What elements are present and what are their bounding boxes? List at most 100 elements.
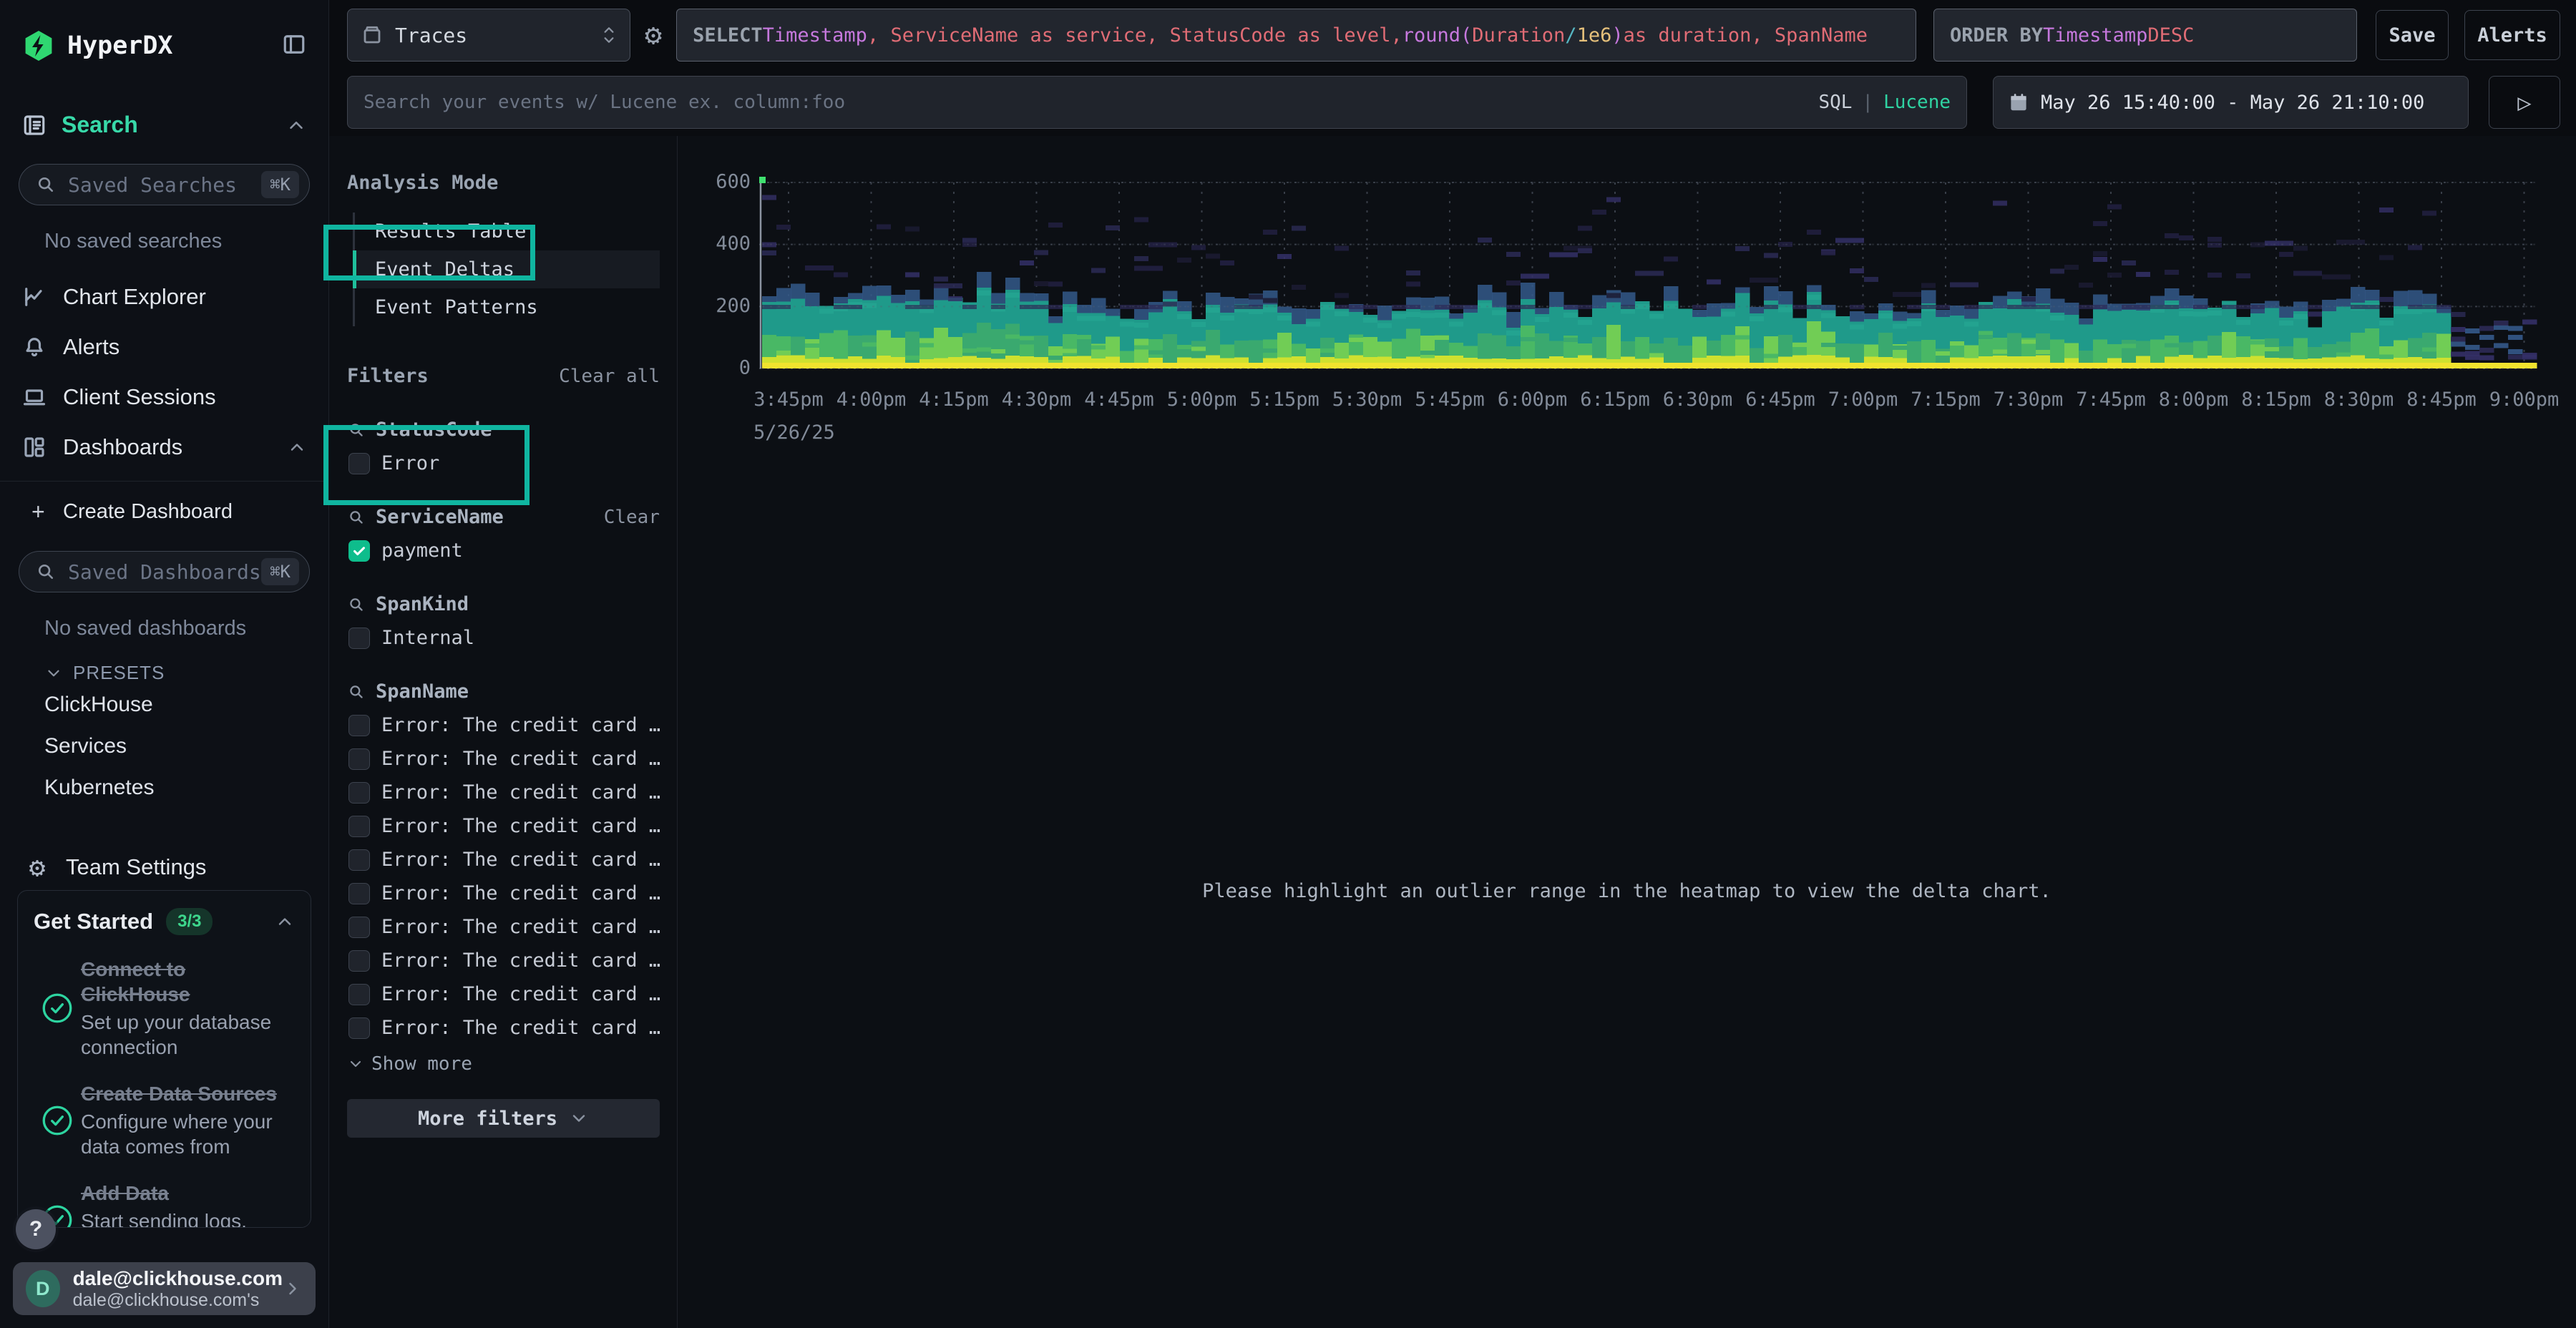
checkbox-unchecked[interactable] [348,1017,370,1039]
sql-token: as duration, SpanName [1624,24,1868,47]
filter-option-label: Error: The credit card … [381,748,660,770]
svg-text:7:15pm: 7:15pm [1911,389,1981,411]
svg-text:5:15pm: 5:15pm [1249,389,1319,411]
checkbox-unchecked[interactable] [348,748,370,770]
analysis-mode-option-results-table[interactable]: Results Table [355,213,660,250]
filter-option[interactable]: Error [347,452,660,474]
svg-text:6:15pm: 6:15pm [1580,389,1650,411]
filter-option-label: Error: The credit card … [381,781,660,804]
svg-text:9:00pm: 9:00pm [2489,389,2560,411]
sql-token: Timestamp [2043,24,2147,47]
date-range-text: May 26 15:40:00 - May 26 21:10:00 [2041,92,2424,114]
filter-option-label: payment [381,540,463,562]
checkbox-unchecked[interactable] [348,816,370,837]
checkbox-unchecked[interactable] [348,883,370,904]
user-menu[interactable]: D dale@clickhouse.com dale@clickhouse.co… [13,1262,316,1315]
svg-text:6:45pm: 6:45pm [1745,389,1815,411]
filter-option[interactable]: Error: The credit card … [347,815,660,837]
sql-token: , ServiceName as service, StatusCode as … [867,24,1402,47]
sql-token: DESC [2147,24,2194,47]
checkbox-checked[interactable] [348,540,370,562]
clear-all-link[interactable]: Clear all [559,366,660,387]
language-toggle-sql[interactable]: SQL [1818,92,1852,113]
filter-option[interactable]: Error: The credit card … [347,882,660,904]
sidebar-collapse-icon[interactable] [281,31,307,61]
preset-dashboard-services[interactable]: Services [0,726,328,767]
svg-text:5:45pm: 5:45pm [1415,389,1485,411]
source-settings-gear-icon[interactable]: ⚙ [645,19,662,52]
analysis-mode-option-event-patterns[interactable]: Event Patterns [355,288,660,326]
filter-option[interactable]: Error: The credit card … [347,983,660,1005]
saved-searches-input[interactable]: Saved Searches ⌘K [19,164,310,205]
svg-text:4:45pm: 4:45pm [1084,389,1154,411]
get-started-step[interactable]: Connect to ClickHouse Set up your databa… [34,957,295,1060]
filter-group-title: ServiceName [376,506,604,528]
chevron-down-icon [347,1055,364,1073]
table-source-icon [361,24,384,47]
chevron-up-icon[interactable] [275,912,295,932]
filter-option[interactable]: Error: The credit card … [347,916,660,938]
preset-dashboard-clickhouse[interactable]: ClickHouse [0,684,328,726]
source-select[interactable]: Traces [347,9,630,62]
sidebar-item-alerts[interactable]: Alerts [0,322,328,372]
sidebar-item-team-settings[interactable]: ⚙ Team Settings [0,809,328,883]
search-icon [347,683,366,701]
sidebar-item-search[interactable]: Search [0,112,328,138]
checkbox-unchecked[interactable] [348,849,370,871]
checkbox-unchecked[interactable] [348,984,370,1005]
alerts-button[interactable]: Alerts [2464,10,2560,60]
search-placeholder: Search your events w/ Lucene ex. column:… [364,92,1818,113]
save-button[interactable]: Save [2376,10,2449,60]
date-range-picker[interactable]: May 26 15:40:00 - May 26 21:10:00 [1993,76,2469,129]
checkbox-unchecked[interactable] [348,782,370,804]
analysis-mode-option-event-deltas[interactable]: Event Deltas [355,250,660,288]
live-tail-play-button[interactable]: ▷ [2489,76,2560,129]
saved-dashboards-input[interactable]: Saved Dashboards ⌘K [19,551,310,592]
duration-heatmap[interactable]: 60040020003:45pm4:00pm4:15pm4:30pm4:45pm… [678,136,2576,465]
sidebar-item-dashboards[interactable]: Dashboards [0,422,328,472]
plus-icon: + [31,499,53,525]
checkbox-unchecked[interactable] [348,715,370,736]
saved-searches-placeholder: Saved Searches [68,173,261,197]
show-more-link[interactable]: Show more [347,1053,660,1075]
svg-text:400: 400 [716,233,751,255]
filter-option-label: Error: The credit card … [381,714,660,736]
sql-select-input[interactable]: SELECT Timestamp, ServiceName as service… [676,9,1916,62]
filter-option[interactable]: Error: The credit card … [347,748,660,770]
chevron-down-icon [569,1108,589,1128]
filter-option[interactable]: Internal [347,627,660,649]
get-started-step[interactable]: Create Data Sources Configure where your… [34,1081,295,1159]
filter-option[interactable]: Error: The credit card … [347,849,660,871]
svg-text:5:30pm: 5:30pm [1332,389,1402,411]
sidebar-item-client-sessions[interactable]: Client Sessions [0,372,328,422]
checkbox-unchecked[interactable] [348,628,370,649]
svg-text:7:30pm: 7:30pm [1994,389,2064,411]
checkbox-unchecked[interactable] [348,917,370,938]
presets-toggle[interactable]: PRESETS [0,640,328,684]
filter-option-label: Error: The credit card … [381,949,660,972]
clear-filter-link[interactable]: Clear [604,507,660,528]
user-email: dale@clickhouse.com [73,1267,283,1290]
create-dashboard-button[interactable]: + Create Dashboard [0,482,328,525]
more-filters-button[interactable]: More filters [347,1099,660,1138]
filter-option[interactable]: Error: The credit card … [347,1017,660,1039]
sidebar-item-chart-explorer[interactable]: Chart Explorer [0,272,328,322]
chart-icon [21,284,47,310]
language-toggle-lucene[interactable]: Lucene [1883,92,1951,113]
filter-option-label: Error: The credit card … [381,916,660,938]
filter-option[interactable]: Error: The credit card … [347,949,660,972]
get-started-step[interactable]: Add Data Start sending logs, metrics, or… [34,1181,295,1228]
no-saved-dashboards-text: No saved dashboards [0,592,328,640]
checkbox-unchecked[interactable] [348,453,370,474]
order-by-input[interactable]: ORDER BY Timestamp DESC [1933,9,2357,62]
event-search-input[interactable]: Search your events w/ Lucene ex. column:… [347,76,1967,129]
checkbox-unchecked[interactable] [348,950,370,972]
search-icon [347,508,366,527]
filter-group-servicename: ServiceNameClear payment [347,506,660,562]
filter-option[interactable]: Error: The credit card … [347,781,660,804]
help-button[interactable]: ? [16,1209,56,1249]
filter-option[interactable]: payment [347,540,660,562]
filter-group-title: SpanName [376,680,660,703]
preset-dashboard-kubernetes[interactable]: Kubernetes [0,767,328,809]
filter-option[interactable]: Error: The credit card … [347,714,660,736]
